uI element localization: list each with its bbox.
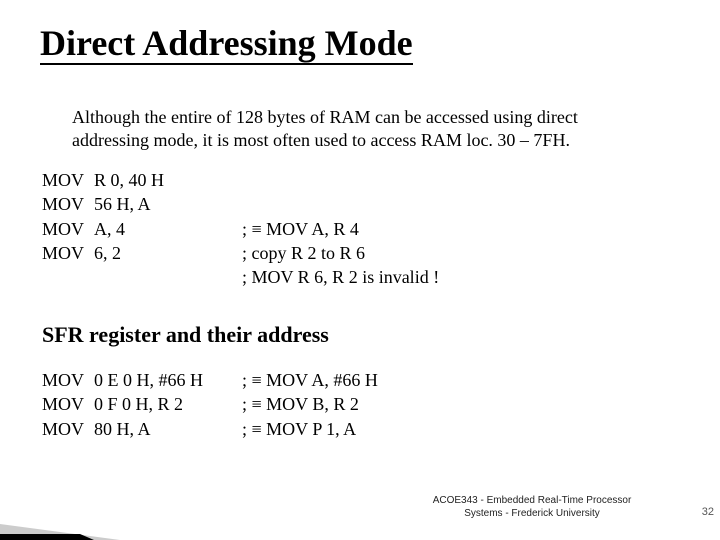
deco-grey-triangle: [0, 524, 120, 540]
corner-decoration: [0, 524, 120, 540]
mnemonic: MOV: [42, 417, 94, 441]
operands: 80 H, A: [94, 417, 242, 441]
code-row: MOV80 H, A; ≡ MOV P 1, A: [42, 417, 378, 441]
code-block-1: MOVR 0, 40 H MOV56 H, A MOVA, 4; ≡ MOV A…: [42, 168, 439, 289]
code-row: MOV0 F 0 H, R 2; ≡ MOV B, R 2: [42, 392, 378, 416]
code-block-2: MOV0 E 0 H, #66 H; ≡ MOV A, #66 H MOV0 F…: [42, 368, 378, 441]
operands: A, 4: [94, 217, 242, 241]
deco-black-bar: [0, 534, 80, 540]
mnemonic: MOV: [42, 392, 94, 416]
title-text: Direct Addressing Mode: [40, 23, 413, 65]
code-row: ; MOV R 6, R 2 is invalid !: [42, 265, 439, 289]
page-number: 32: [702, 506, 714, 518]
comment: ; ≡ MOV A, #66 H: [242, 368, 378, 392]
comment: ; ≡ MOV B, R 2: [242, 392, 359, 416]
code-row: MOV6, 2; copy R 2 to R 6: [42, 241, 439, 265]
subheading: SFR register and their address: [42, 322, 329, 348]
mnemonic: MOV: [42, 368, 94, 392]
slide: Direct Addressing Mode Although the enti…: [0, 0, 720, 540]
comment: ; copy R 2 to R 6: [242, 241, 365, 265]
operands: R 0, 40 H: [94, 168, 242, 192]
footer-text: ACOE343 - Embedded Real-Time Processor S…: [422, 494, 642, 520]
code-row: MOV56 H, A: [42, 192, 439, 216]
comment: ; MOV R 6, R 2 is invalid !: [242, 265, 439, 289]
mnemonic: MOV: [42, 168, 94, 192]
page-title: Direct Addressing Mode: [40, 24, 413, 64]
comment: ; ≡ MOV A, R 4: [242, 217, 359, 241]
operands: 6, 2: [94, 241, 242, 265]
code-row: MOV0 E 0 H, #66 H; ≡ MOV A, #66 H: [42, 368, 378, 392]
comment: ; ≡ MOV P 1, A: [242, 417, 356, 441]
code-row: MOVR 0, 40 H: [42, 168, 439, 192]
deco-black-tip: [80, 534, 94, 540]
code-row: MOVA, 4; ≡ MOV A, R 4: [42, 217, 439, 241]
mnemonic: MOV: [42, 241, 94, 265]
intro-paragraph: Although the entire of 128 bytes of RAM …: [72, 106, 658, 151]
operands: 0 E 0 H, #66 H: [94, 368, 242, 392]
operands: 0 F 0 H, R 2: [94, 392, 242, 416]
mnemonic: MOV: [42, 217, 94, 241]
operands: 56 H, A: [94, 192, 242, 216]
mnemonic: MOV: [42, 192, 94, 216]
